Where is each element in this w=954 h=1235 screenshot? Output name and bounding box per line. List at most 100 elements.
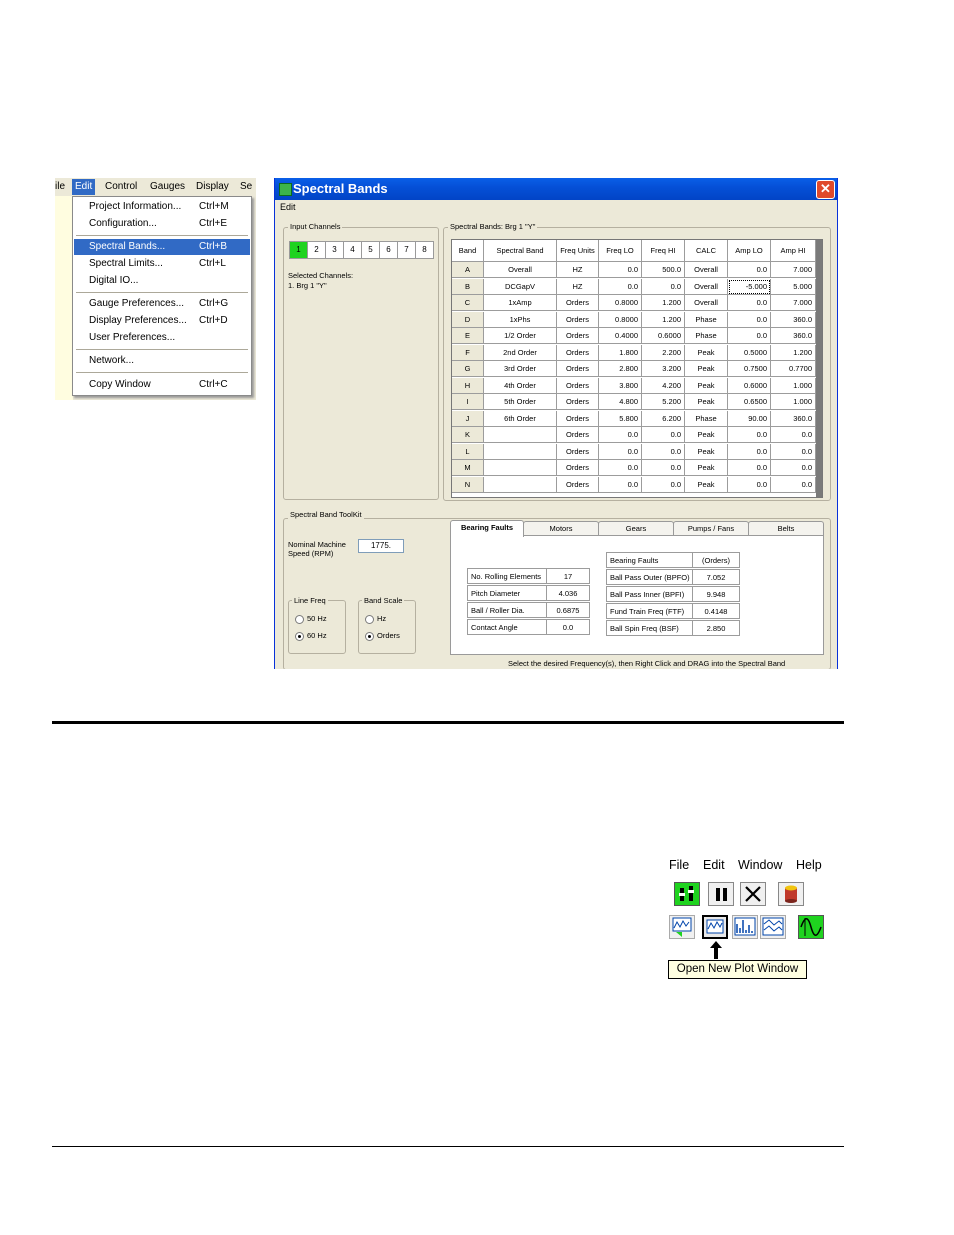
cell-amp-lo[interactable]: 0.7500 — [728, 361, 771, 377]
tab-gears[interactable]: Gears — [598, 521, 674, 536]
fault-bsf-value[interactable]: 2.850 — [692, 620, 740, 636]
channel-8-button[interactable]: 8 — [415, 241, 434, 259]
fault-label[interactable]: Fund Train Freq (FTF) — [606, 603, 693, 619]
cell-freq-units[interactable]: Orders — [557, 311, 599, 328]
menu-item-copy-window[interactable]: Copy Window Ctrl+C — [74, 377, 250, 393]
spectral-bands-grid[interactable]: Band Spectral Band Freq Units Freq LO Freq H… — [451, 239, 823, 498]
cell-calc[interactable]: Phase — [685, 410, 728, 427]
cell-spectral-band[interactable]: 1xPhs — [484, 311, 557, 328]
cell-spectral-band[interactable]: 1xAmp — [484, 295, 557, 311]
fault-label[interactable]: Ball Spin Freq (BSF) — [606, 620, 693, 636]
cell-amp-lo[interactable]: 0.0 — [728, 476, 771, 493]
cell-amp-lo[interactable]: 0.0 — [728, 427, 771, 443]
cell-amp-lo[interactable]: -5.000 — [728, 278, 771, 295]
cell-spectral-band[interactable]: 2nd Order — [484, 344, 557, 361]
cell-calc[interactable]: Overall — [685, 278, 728, 295]
channel-5-button[interactable]: 5 — [361, 241, 380, 259]
fault-bpfo-value[interactable]: 7.052 — [692, 569, 740, 585]
vertical-scrollbar[interactable] — [816, 240, 822, 497]
cell-amp-hi[interactable]: 1.000 — [771, 394, 816, 410]
cell-amp-hi[interactable]: 0.7700 — [771, 361, 816, 377]
cell-amp-hi[interactable]: 0.0 — [771, 443, 816, 460]
cell-amp-lo[interactable]: 0.5000 — [728, 344, 771, 361]
cell-amp-hi[interactable]: 0.0 — [771, 460, 816, 476]
fault-bpfi-value[interactable]: 9.948 — [692, 586, 740, 602]
cell-amp-hi[interactable]: 0.0 — [771, 476, 816, 493]
cell-freq-lo[interactable]: 0.0 — [599, 262, 642, 278]
cell-freq-hi[interactable]: 0.6000 — [642, 328, 685, 344]
cell-freq-lo[interactable]: 3.800 — [599, 377, 642, 394]
param-rolling-elements-input[interactable]: 17 — [546, 568, 590, 584]
cell-freq-lo[interactable]: 0.0 — [599, 278, 642, 295]
cell-calc[interactable]: Phase — [685, 328, 728, 344]
cell-freq-units[interactable]: Orders — [557, 377, 599, 394]
start-icon[interactable] — [674, 882, 700, 906]
cell-freq-lo[interactable]: 5.800 — [599, 410, 642, 427]
rpm-input[interactable]: 1775. — [358, 539, 404, 553]
cell-freq-hi[interactable]: 0.0 — [642, 427, 685, 443]
spectrum-plot-icon[interactable] — [732, 915, 758, 939]
waterfall-plot-icon[interactable] — [760, 915, 786, 939]
cell-freq-hi[interactable]: 0.0 — [642, 460, 685, 476]
line-freq-50-radio[interactable] — [295, 615, 304, 624]
cell-calc[interactable]: Peak — [685, 460, 728, 476]
cell-freq-units[interactable]: Orders — [557, 476, 599, 493]
cell-calc[interactable]: Peak — [685, 394, 728, 410]
line-freq-60-radio[interactable] — [295, 632, 304, 641]
tab-motors[interactable]: Motors — [523, 521, 599, 536]
param-pitch-diameter-input[interactable]: 4.036 — [546, 585, 590, 601]
menu-security[interactable]: Se — [240, 181, 252, 192]
cell-calc[interactable]: Peak — [685, 476, 728, 493]
band-scale-hz-radio[interactable] — [365, 615, 374, 624]
cell-amp-lo[interactable]: 0.0 — [728, 262, 771, 278]
cell-calc[interactable]: Peak — [685, 427, 728, 443]
menu-window[interactable]: Window — [738, 858, 782, 872]
cell-spectral-band[interactable] — [484, 476, 557, 493]
cell-freq-lo[interactable]: 0.4000 — [599, 328, 642, 344]
plot-down-icon[interactable] — [669, 915, 695, 939]
menu-edit[interactable]: Edit — [72, 179, 96, 195]
cell-amp-lo[interactable]: 0.6500 — [728, 394, 771, 410]
cell-amp-hi[interactable]: 7.000 — [771, 295, 816, 311]
param-ball-dia-input[interactable]: 0.6875 — [546, 602, 590, 618]
cell-freq-units[interactable]: Orders — [557, 344, 599, 361]
close-button[interactable]: ✕ — [816, 180, 835, 199]
cell-freq-hi[interactable]: 0.0 — [642, 278, 685, 295]
cell-spectral-band[interactable] — [484, 460, 557, 476]
cell-freq-lo[interactable]: 0.8000 — [599, 295, 642, 311]
menu-item-spectral-limits[interactable]: Spectral Limits... Ctrl+L — [74, 256, 250, 272]
cell-freq-lo[interactable]: 0.0 — [599, 427, 642, 443]
database-icon[interactable] — [778, 882, 804, 906]
cell-freq-units[interactable]: Orders — [557, 361, 599, 377]
cell-amp-hi[interactable]: 360.0 — [771, 311, 816, 328]
cell-freq-hi[interactable]: 5.200 — [642, 394, 685, 410]
cell-freq-units[interactable]: Orders — [557, 295, 599, 311]
cell-calc[interactable]: Overall — [685, 262, 728, 278]
tab-pumps-fans[interactable]: Pumps / Fans — [673, 521, 749, 536]
cell-spectral-band[interactable]: Overall — [484, 262, 557, 278]
fault-label[interactable]: Ball Pass Inner (BPFI) — [606, 586, 693, 602]
menu-item-project-information[interactable]: Project Information... Ctrl+M — [74, 199, 250, 215]
cell-freq-lo[interactable]: 0.8000 — [599, 311, 642, 328]
menu-item-digital-io[interactable]: Digital IO... — [74, 273, 250, 289]
cell-calc[interactable]: Peak — [685, 377, 728, 394]
menu-item-spectral-bands[interactable]: Spectral Bands... Ctrl+B — [74, 239, 250, 255]
menu-file[interactable]: File — [669, 858, 689, 872]
cell-freq-hi[interactable]: 1.200 — [642, 311, 685, 328]
cell-freq-hi[interactable]: 0.0 — [642, 443, 685, 460]
menu-item-network[interactable]: Network... — [74, 353, 250, 369]
menu-edit[interactable]: Edit — [703, 858, 725, 872]
cell-freq-units[interactable]: Orders — [557, 460, 599, 476]
stop-icon[interactable] — [740, 882, 766, 906]
cell-amp-hi[interactable]: 1.000 — [771, 377, 816, 394]
cell-freq-hi[interactable]: 0.0 — [642, 476, 685, 493]
menu-help[interactable]: Help — [796, 858, 822, 872]
cell-amp-lo[interactable]: 0.0 — [728, 443, 771, 460]
menu-item-gauge-preferences[interactable]: Gauge Preferences... Ctrl+G — [74, 296, 250, 312]
waveform-icon[interactable] — [798, 915, 824, 939]
cell-calc[interactable]: Peak — [685, 361, 728, 377]
cell-amp-lo[interactable]: 0.0 — [728, 328, 771, 344]
cell-calc[interactable]: Peak — [685, 443, 728, 460]
cell-calc[interactable]: Peak — [685, 344, 728, 361]
cell-amp-hi[interactable]: 360.0 — [771, 328, 816, 344]
